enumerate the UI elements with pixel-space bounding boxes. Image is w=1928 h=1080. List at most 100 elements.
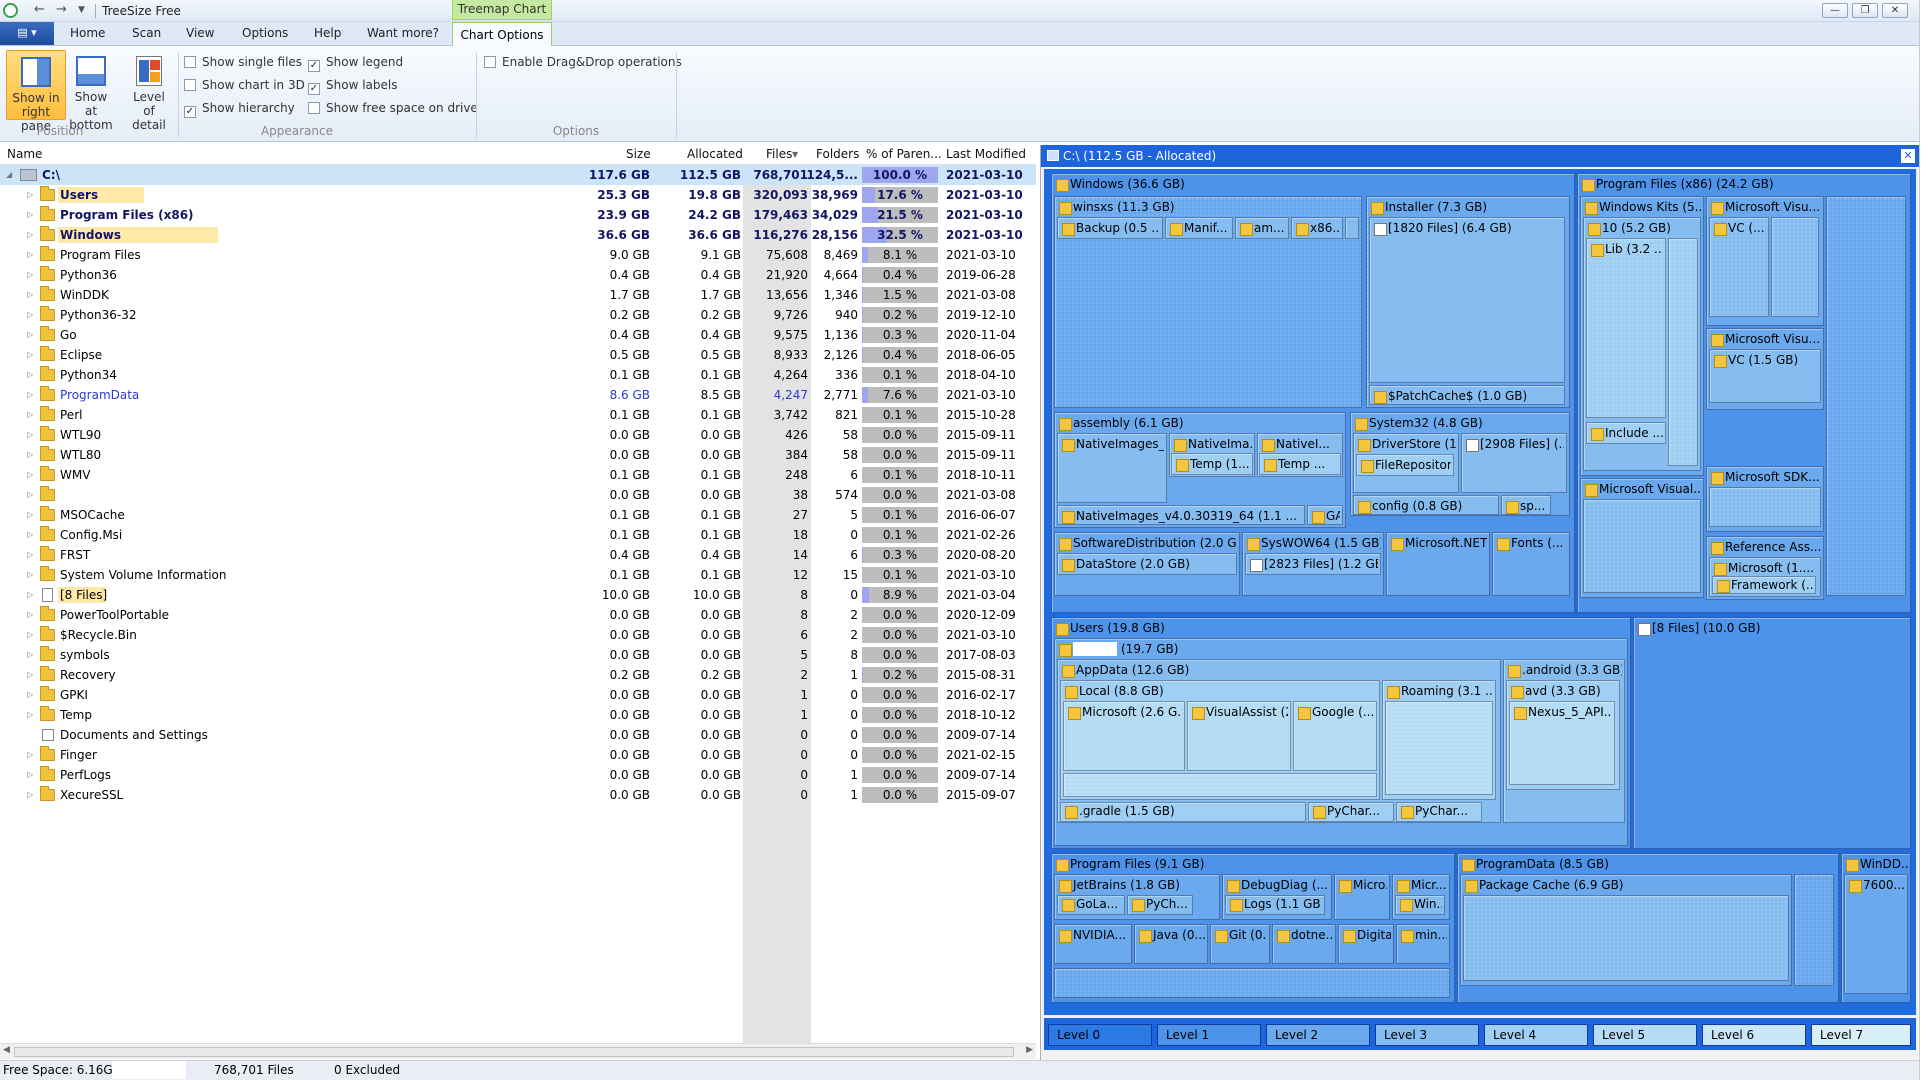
expand-icon[interactable]: ▷ [27, 605, 33, 625]
treemap-block-windows[interactable]: Windows (36.6 GB) winsxs (11.3 GB) Backu… [1051, 173, 1575, 613]
table-row[interactable]: ▷ Windows 36.6 GB 36.6 GB 116,276 28,156 32.5 … [0, 225, 1036, 245]
tab-want-more[interactable]: Want more? [367, 26, 439, 40]
level-3-legend[interactable]: Level 3 [1375, 1024, 1479, 1046]
expand-icon[interactable]: ▷ [27, 705, 33, 725]
treemap-block-microsoft-visual-2[interactable]: Microsoft Visu... VC (1.5 GB) [1706, 328, 1824, 410]
show-legend-checkbox[interactable]: ✓ Show legend [308, 54, 403, 72]
table-row[interactable]: ▷ symbols 0.0 GB 0.0 GB 5 8 0.0 % 2017-08-03 [0, 645, 1036, 665]
treemap-block[interactable]: [2823 Files] (1.2 GB) [1245, 553, 1381, 575]
expand-icon[interactable]: ▷ [27, 785, 33, 805]
treemap-block[interactable]: [2908 Files] (... [1461, 433, 1567, 493]
level-0-legend[interactable]: Level 0 [1048, 1024, 1152, 1046]
treemap-block[interactable]: PyChar... [1396, 802, 1482, 822]
table-row[interactable]: ▷ Finger 0.0 GB 0.0 GB 0 0 0.0 % 2021-02-15 [0, 745, 1036, 765]
scroll-right-icon[interactable]: ▶ [1026, 1045, 1033, 1055]
treemap-block[interactable]: Backup (0.5 ... [1057, 217, 1163, 239]
expand-icon[interactable]: ▷ [27, 405, 33, 425]
treemap-block[interactable] [1794, 874, 1834, 986]
treemap-block[interactable]: VC (1.5 GB) [1709, 349, 1821, 403]
treemap-block-microsoft-sdk[interactable]: Microsoft SDK... [1706, 466, 1824, 532]
treemap-block[interactable]: NVIDIA... [1054, 924, 1132, 964]
table-row[interactable]: ▷ Temp 0.0 GB 0.0 GB 1 0 0.0 % 2018-10-12 [0, 705, 1036, 725]
treemap-block[interactable]: $PatchCache$ (1.0 GB) [1369, 385, 1565, 405]
level-5-legend[interactable]: Level 5 [1593, 1024, 1697, 1046]
quick-access-dropdown-icon[interactable]: ▼ [78, 5, 85, 15]
treemap-block[interactable]: Git (0.... [1210, 924, 1270, 964]
expand-icon[interactable]: ▷ [27, 225, 33, 245]
column-allocated[interactable]: Allocated [687, 147, 743, 161]
treemap-block-fonts[interactable]: Fonts (... [1492, 532, 1570, 596]
treemap-block[interactable]: Temp (1.... [1171, 453, 1253, 475]
treemap-block[interactable]: PyChar... [1308, 802, 1394, 822]
expand-icon[interactable]: ▷ [27, 285, 33, 305]
treemap-block-program-files[interactable]: Program Files (9.1 GB) JetBrains (1.8 GB… [1051, 853, 1455, 1003]
table-row[interactable]: ▷ WinDDK 1.7 GB 1.7 GB 13,656 1,346 1.5 % 2021-… [0, 285, 1036, 305]
treemap-block-installer[interactable]: Installer (7.3 GB) [1820 Files] (6.4 GB)… [1366, 196, 1570, 408]
treemap-block[interactable]: Lib (3.2 ... [1586, 238, 1666, 418]
expand-icon[interactable]: ▷ [27, 425, 33, 445]
forward-icon[interactable]: → [56, 2, 67, 17]
table-row[interactable]: ▷ Python34 0.1 GB 0.1 GB 4,264 336 0.1 % 2018-0… [0, 365, 1036, 385]
tree-row-root[interactable]: ◢ C:\ 117.6 GB 112.5 GB 768,701 124,5...… [0, 165, 1036, 185]
expand-icon[interactable]: ▷ [27, 645, 33, 665]
level-of-detail-button[interactable]: Level of detail [126, 50, 172, 132]
tab-scan[interactable]: Scan [132, 26, 161, 40]
expand-icon[interactable]: ▷ [27, 525, 33, 545]
show-at-bottom-button[interactable]: Show at bottom [68, 50, 114, 132]
treemap-block[interactable]: x86... [1291, 217, 1343, 239]
table-row[interactable]: ▷ MSOCache 0.1 GB 0.1 GB 27 5 0.1 % 2016-06-07 [0, 505, 1036, 525]
table-row[interactable]: ▷ 0.0 GB 0.0 GB 38 574 0.0 % 2021-03-08 [0, 485, 1036, 505]
column-size[interactable]: Size [626, 147, 651, 161]
expand-icon[interactable]: ▷ [27, 665, 33, 685]
tab-chart-options[interactable]: Chart Options [452, 22, 552, 47]
table-row[interactable]: ▷ WMV 0.1 GB 0.1 GB 248 6 0.1 % 2018-10-11 [0, 465, 1036, 485]
treemap-block[interactable] [1583, 499, 1701, 593]
treemap-block-small-folders[interactable] [1826, 196, 1906, 596]
expand-icon[interactable]: ▷ [27, 385, 33, 405]
table-row[interactable]: ▷ WTL90 0.0 GB 0.0 GB 426 58 0.0 % 2015-09-11 [0, 425, 1036, 445]
expand-icon[interactable]: ▷ [27, 745, 33, 765]
treemap-block[interactable]: Nexus_5_API... [1509, 701, 1615, 785]
expand-icon[interactable]: ▷ [27, 345, 33, 365]
treemap-block[interactable] [1054, 968, 1450, 998]
column-last-modified[interactable]: Last Modified [946, 147, 1026, 161]
treemap-block-package-cache[interactable]: Package Cache (6.9 GB) [1460, 874, 1792, 986]
treemap-block[interactable] [1709, 487, 1821, 527]
expand-icon[interactable]: ▷ [27, 585, 33, 605]
treemap-block-windows-kits[interactable]: Windows Kits (5... 10 (5.2 GB) Lib (3.2 … [1580, 196, 1704, 476]
level-4-legend[interactable]: Level 4 [1484, 1024, 1588, 1046]
expand-icon[interactable]: ▷ [27, 205, 33, 225]
app-icon[interactable] [3, 3, 18, 18]
tab-view[interactable]: View [186, 26, 214, 40]
treemap-block[interactable] [1771, 217, 1819, 317]
treemap-block[interactable]: config (0.8 GB) [1353, 495, 1499, 515]
table-row[interactable]: Documents and Settings 0.0 GB 0.0 GB 0 0 0.0 … [0, 725, 1036, 745]
close-treemap-icon[interactable]: ✕ [1901, 149, 1915, 163]
treemap-block[interactable]: Digita... [1338, 924, 1394, 964]
horizontal-scrollbar[interactable]: ◀ ▶ [0, 1043, 1036, 1059]
treemap-block[interactable]: FileRepositor... [1356, 454, 1454, 476]
treemap-block-users[interactable]: Users (19.8 GB) (19.7 GB) AppData (12.6 … [1051, 617, 1631, 849]
expand-icon[interactable]: ▷ [27, 545, 33, 565]
scroll-left-icon[interactable]: ◀ [3, 1045, 10, 1055]
expand-icon[interactable]: ▷ [27, 505, 33, 525]
back-icon[interactable]: ← [34, 2, 45, 17]
treemap-block-jetbrains[interactable]: JetBrains (1.8 GB) GoLa... PyCh... [1054, 874, 1220, 920]
treemap-block-local[interactable]: Local (8.8 GB) Microsoft (2.6 G... Visua… [1060, 680, 1380, 800]
table-row[interactable]: ▷ PerfLogs 0.0 GB 0.0 GB 0 1 0.0 % 2009-07-14 [0, 765, 1036, 785]
table-row[interactable]: ▷ $Recycle.Bin 0.0 GB 0.0 GB 6 2 0.0 % 2021-03-… [0, 625, 1036, 645]
treemap-block-microsoft-visual-1[interactable]: Microsoft Visu... VC (... [1706, 196, 1824, 326]
file-menu-button[interactable]: ▤ ▾ [0, 22, 54, 45]
treemap-block[interactable]: Logs (1.1 GB) [1225, 895, 1325, 915]
treemap-block[interactable] [1345, 217, 1359, 239]
table-row[interactable]: ▷ [8 Files] 10.0 GB 10.0 GB 8 0 8.9 % 2021-03-0… [0, 585, 1036, 605]
tab-help[interactable]: Help [314, 26, 341, 40]
show-single-files-checkbox[interactable]: Show single files [184, 54, 302, 70]
show-free-space-checkbox[interactable]: Show free space on drive [308, 100, 478, 116]
table-row[interactable]: ▷ XecureSSL 0.0 GB 0.0 GB 0 1 0.0 % 2015-09-07 [0, 785, 1036, 805]
treemap-block-android[interactable]: .android (3.3 GB) avd (3.3 GB) Nexus_5_A… [1503, 659, 1625, 823]
treemap-block-microsoft-net[interactable]: Microsoft.NET... [1386, 532, 1490, 596]
show-hierarchy-checkbox[interactable]: ✓ Show hierarchy [184, 100, 295, 118]
scrollbar-thumb[interactable] [14, 1047, 1014, 1057]
treemap-block[interactable]: Microsoft (1.... Framework (... [1709, 557, 1821, 597]
